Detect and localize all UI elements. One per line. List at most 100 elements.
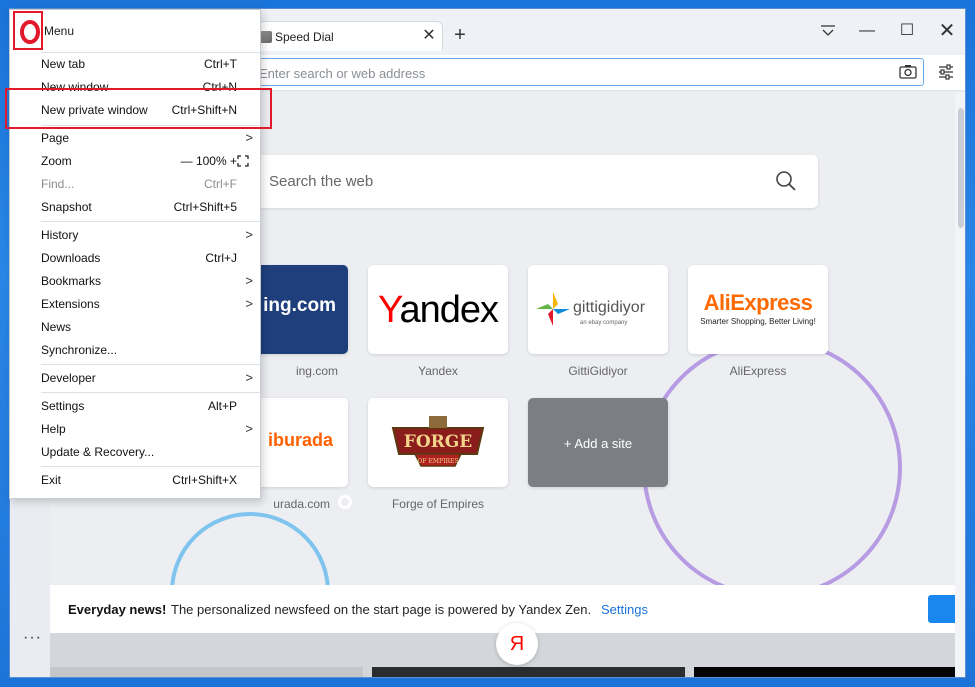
menu-item-developer[interactable]: Developer > xyxy=(10,367,260,389)
menu-item-label: Exit xyxy=(41,473,62,487)
highlight-new-private-window xyxy=(5,88,272,129)
menu-item-shortcut: Ctrl+Shift+5 xyxy=(173,200,237,214)
tile-aliexpress[interactable]: AliExpress Smarter Shopping, Better Livi… xyxy=(688,265,828,354)
chevron-right-icon: > xyxy=(245,227,253,242)
menu-item-label: News xyxy=(41,320,72,334)
menu-item-update-recovery[interactable]: Update & Recovery... xyxy=(10,441,260,463)
yandex-zen-button[interactable]: Я xyxy=(496,623,538,665)
menu-item-history[interactable]: History > xyxy=(10,224,260,246)
easy-setup-icon[interactable] xyxy=(935,61,957,83)
tile-label-aliexpress: AliExpress xyxy=(729,364,787,378)
tab-speed-dial[interactable]: Speed Dial ✕ xyxy=(253,21,443,51)
menu-item-help[interactable]: Help > xyxy=(10,418,260,440)
chevron-right-icon: > xyxy=(245,296,253,311)
menu-item-zoom[interactable]: Zoom — 100% + xyxy=(10,150,260,172)
gittigidiyor-icon xyxy=(536,292,570,326)
search-icon[interactable] xyxy=(774,169,798,193)
chevron-right-icon: > xyxy=(245,273,253,288)
menu-item-label: Bookmarks xyxy=(41,274,102,288)
news-card[interactable] xyxy=(372,667,685,677)
speed-dial-icon xyxy=(260,31,272,43)
page-scrollbar[interactable] xyxy=(955,92,965,677)
menu-item-shortcut: Alt+P xyxy=(207,399,237,413)
news-banner-title: Everyday news! xyxy=(68,602,167,617)
news-action-button[interactable] xyxy=(928,595,955,623)
menu-item-label: Page xyxy=(41,131,70,145)
news-settings-link[interactable]: Settings xyxy=(601,602,648,617)
menu-item-news[interactable]: News xyxy=(10,316,260,338)
zoom-controls[interactable]: — 100% + xyxy=(181,154,237,168)
address-placeholder: Enter search or web address xyxy=(259,66,426,81)
hepsiburada-logo: iburada xyxy=(267,430,333,450)
tile-gittigidiyor[interactable]: gittigidiyor an ebay company xyxy=(528,265,668,354)
menu-item-downloads[interactable]: Downloads Ctrl+J xyxy=(10,247,260,269)
tile-label-gittigidiyor: GittiGidiyor xyxy=(568,364,628,378)
tile-label-hepsiburada: urada.com xyxy=(273,497,330,511)
menu-item-label: Find... xyxy=(41,177,75,191)
menu-item-label: Extensions xyxy=(41,297,100,311)
tile-forge-of-empires[interactable]: FORGE OF EMPIRES xyxy=(368,398,508,487)
menu-item-label: Downloads xyxy=(41,251,101,265)
news-card[interactable] xyxy=(694,667,955,677)
new-tab-button[interactable]: + xyxy=(448,23,472,47)
aliexpress-sub: Smarter Shopping, Better Living! xyxy=(700,317,816,326)
menu-title: Menu xyxy=(44,24,75,38)
menu-item-label: Developer xyxy=(41,371,96,385)
background-dot xyxy=(338,495,352,509)
tile-label-forge: Forge of Empires xyxy=(391,497,485,511)
menu-item-shortcut: Ctrl+J xyxy=(205,251,237,265)
menu-item-bookmarks[interactable]: Bookmarks > xyxy=(10,270,260,292)
gittigidiyor-sub: an ebay company xyxy=(580,320,628,326)
camera-icon[interactable] xyxy=(897,62,919,82)
chevron-right-icon: > xyxy=(245,421,253,436)
menu-item-shortcut: Ctrl+F xyxy=(204,177,237,191)
menu-item-extensions[interactable]: Extensions > xyxy=(10,293,260,315)
menu-item-label: History xyxy=(41,228,79,242)
close-window-button[interactable]: ✕ xyxy=(932,19,962,43)
news-banner-text: The personalized newsfeed on the start p… xyxy=(171,602,592,617)
tab-close-icon[interactable]: ✕ xyxy=(418,24,440,48)
menu-item-label: Synchronize... xyxy=(41,343,118,357)
menu-item-label: Settings xyxy=(41,399,85,413)
menu-item-settings[interactable]: Settings Alt+P xyxy=(10,395,260,417)
minimize-button[interactable]: — xyxy=(852,19,882,43)
scrollbar-thumb[interactable] xyxy=(958,108,964,228)
menu-separator xyxy=(41,466,260,467)
tile-yandex[interactable]: Yandex xyxy=(368,265,508,354)
aliexpress-logo: AliExpress xyxy=(703,290,813,315)
fullscreen-icon[interactable] xyxy=(237,155,249,167)
add-site-tile[interactable]: + Add a site xyxy=(528,398,668,487)
add-site-label: + Add a site xyxy=(563,436,633,451)
chevron-right-icon: > xyxy=(245,370,253,385)
menu-item-label: Zoom xyxy=(41,154,72,168)
menu-item-snapshot[interactable]: Snapshot Ctrl+Shift+5 xyxy=(10,196,260,218)
menu-item-shortcut: Ctrl+T xyxy=(204,57,237,71)
menu-item-label: Snapshot xyxy=(41,200,92,214)
menu-item-label: Help xyxy=(41,422,66,436)
menu-item-new-tab[interactable]: New tab Ctrl+T xyxy=(10,53,260,75)
menu-item-exit[interactable]: Exit Ctrl+Shift+X xyxy=(10,469,260,491)
news-banner: Everyday news! The personalized newsfeed… xyxy=(50,585,955,633)
menu-item-label: Update & Recovery... xyxy=(41,445,155,459)
menu-separator xyxy=(41,221,260,222)
menu-separator xyxy=(41,392,260,393)
sidebar-more-icon[interactable]: ··· xyxy=(23,629,42,647)
forge-logo-text: FORGE xyxy=(404,432,473,452)
menu-item-synchronize[interactable]: Synchronize... xyxy=(10,339,260,361)
menu-item-shortcut: Ctrl+Shift+X xyxy=(172,473,237,487)
web-search-box[interactable]: Search the web xyxy=(250,155,818,208)
menu-separator xyxy=(41,364,260,365)
yandex-logo: Yandex xyxy=(377,289,499,331)
maximize-button[interactable]: ☐ xyxy=(892,19,922,43)
gittigidiyor-logo: gittigidiyor xyxy=(573,299,646,316)
menu-header[interactable]: Menu xyxy=(10,10,260,52)
tab-menu-icon[interactable] xyxy=(813,19,843,43)
menu-item-page[interactable]: Page > xyxy=(10,127,260,149)
opera-main-menu: Menu New tab Ctrl+T New window Ctrl+N Ne… xyxy=(9,9,261,499)
search-placeholder: Search the web xyxy=(269,173,374,190)
news-card[interactable] xyxy=(50,667,363,677)
booking-logo: ing.com xyxy=(263,295,336,316)
tab-title: Speed Dial xyxy=(275,30,334,44)
forge-logo-sub: OF EMPIRES xyxy=(418,458,459,465)
highlight-opera-button xyxy=(13,11,43,50)
